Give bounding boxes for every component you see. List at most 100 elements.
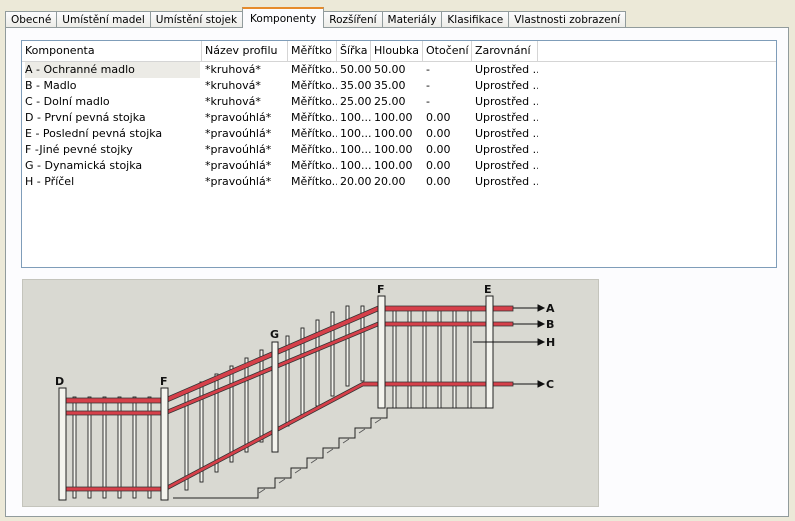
cell-text: Uprostřed ...: [475, 143, 538, 156]
cell-text: 100.00: [374, 159, 413, 172]
table-cell: Měřítko...: [288, 174, 337, 190]
column-header[interactable]: Hloubka: [371, 41, 423, 61]
table-cell: 0.00: [423, 126, 472, 142]
post-e: [485, 295, 494, 409]
table-cell: 35.00: [337, 78, 371, 94]
cell-text: 0.00: [426, 175, 451, 188]
railing-diagram-svg: A B H C D F G F E: [55, 283, 555, 501]
cell-text: Měřítko...: [291, 127, 337, 140]
table-cell: Měřítko...: [288, 126, 337, 142]
cell-text: 0.00: [426, 127, 451, 140]
table-cell: Uprostřed ...: [472, 126, 538, 142]
cell-text: Měřítko...: [291, 95, 337, 108]
label-h: H: [546, 336, 555, 349]
cell-text: -: [426, 95, 430, 108]
table-row[interactable]: C - Dolní madlo*kruhová*Měřítko...25.002…: [22, 94, 776, 110]
label-g: G: [270, 328, 279, 341]
table-cell: Měřítko...: [288, 158, 337, 174]
cell-text: 100...: [340, 127, 371, 140]
table-cell: *kruhová*: [202, 94, 288, 110]
cell-text: B - Madlo: [25, 79, 77, 92]
table-cell: 25.00: [371, 94, 423, 110]
table-cell: H - Příčel: [22, 174, 202, 190]
tab-2[interactable]: Umístění stojek: [149, 11, 244, 28]
table-row[interactable]: G - Dynamická stojka *pravoúhlá* Měřítko..…: [22, 158, 776, 174]
table-cell: 0.00: [423, 142, 472, 158]
cell-text: 100...: [340, 159, 371, 172]
cell-text: *kruhová*: [205, 63, 261, 76]
table-cell: B - Madlo: [22, 78, 202, 94]
table-row[interactable]: E - Poslední pevná stojka *pravoúhlá* Měří…: [22, 126, 776, 142]
tab-5[interactable]: Materiály: [381, 11, 443, 28]
column-header[interactable]: Název profilu: [202, 41, 288, 61]
table-cell: Uprostřed ...: [472, 142, 538, 158]
post-f-right: [377, 295, 386, 409]
cell-text: 25.00: [374, 95, 406, 108]
cell-text: 100.00: [374, 143, 413, 156]
table-cell: 100.00: [371, 126, 423, 142]
cell-text: D - První pevná stojka: [25, 111, 146, 124]
cell-text: 50.00: [340, 63, 371, 76]
cell-text: G - Dynamická stojka: [25, 159, 143, 172]
label-e: E: [484, 283, 492, 296]
tab-3[interactable]: Komponenty: [242, 7, 325, 28]
cell-text: Uprostřed ...: [475, 63, 538, 76]
cell-text: Uprostřed ...: [475, 79, 538, 92]
cell-text: -: [426, 63, 430, 76]
table-row[interactable]: D - První pevná stojka *pravoúhlá* Měřítko…: [22, 110, 776, 126]
cell-text: Měřítko...: [291, 159, 337, 172]
post-g: [271, 341, 279, 453]
table-cell: *pravoúhlá*: [202, 158, 288, 174]
column-header[interactable]: Otočení: [423, 41, 472, 61]
label-f-right: F: [377, 283, 385, 296]
cell-text: Uprostřed ...: [475, 175, 538, 188]
cell-text: 100.00: [374, 127, 413, 140]
table-cell: Měřítko...: [288, 142, 337, 158]
table-cell: Uprostřed ...: [472, 110, 538, 126]
table-row[interactable]: H - Příčel*pravoúhlá*Měřítko...20.0020.0…: [22, 174, 776, 190]
cell-text: 50.00: [374, 63, 406, 76]
table-row[interactable]: F -Jiné pevné stojky *pravoúhlá* Měřítko..…: [22, 142, 776, 158]
table-cell: A - Ochranné madlo: [22, 62, 202, 78]
table-cell: Měřítko...: [288, 78, 337, 94]
tab-4[interactable]: Rozšíření: [323, 11, 383, 28]
tab-0[interactable]: Obecné: [5, 11, 58, 28]
cell-text: Uprostřed ...: [475, 111, 538, 124]
cell-text: *pravoúhlá*: [205, 175, 272, 188]
table-cell: D - První pevná stojka: [22, 110, 202, 126]
railing-diagram: A B H C D F G F E: [22, 279, 599, 507]
column-header[interactable]: Komponenta: [22, 41, 202, 61]
column-header[interactable]: Šířka: [337, 41, 371, 61]
table-cell: Uprostřed ...: [472, 174, 538, 190]
label-a: A: [546, 302, 555, 315]
table-row[interactable]: A - Ochranné madlo*kruhová*Měřítko...50.…: [22, 62, 776, 78]
list-header: Komponenta Název profilu Měřítko Šířka Hloub…: [22, 41, 776, 62]
cell-text: -: [426, 79, 430, 92]
table-cell: 25.00: [337, 94, 371, 110]
components-list[interactable]: Komponenta Název profilu Měřítko Šířka Hloub…: [21, 40, 777, 268]
table-cell: Uprostřed ...: [472, 158, 538, 174]
table-cell: *kruhová*: [202, 78, 288, 94]
tab-6[interactable]: Klasifikace: [441, 11, 510, 28]
label-c: C: [546, 378, 554, 391]
cell-text: 20.00: [340, 175, 371, 188]
cell-text: *kruhová*: [205, 79, 261, 92]
tab-bar: Obecné Umístění madel Umístění stojek Kompo…: [5, 7, 627, 28]
table-row[interactable]: B - Madlo*kruhová*Měřítko...35.0035.00-U…: [22, 78, 776, 94]
cell-text: Uprostřed ...: [475, 159, 538, 172]
post-f-left: [160, 387, 169, 501]
column-header[interactable]: Měřítko: [288, 41, 337, 61]
table-cell: 100...: [337, 158, 371, 174]
table-cell: -: [423, 62, 472, 78]
cell-text: Měřítko...: [291, 79, 337, 92]
label-d: D: [55, 375, 64, 388]
tab-1[interactable]: Umístění madel: [56, 11, 151, 28]
cell-text: Měřítko...: [291, 111, 337, 124]
table-cell: 35.00: [371, 78, 423, 94]
table-cell: -: [423, 78, 472, 94]
tab-7[interactable]: Vlastnosti zobrazení: [508, 11, 627, 28]
cell-text: *pravoúhlá*: [205, 159, 272, 172]
table-cell: E - Poslední pevná stojka: [22, 126, 202, 142]
table-cell: Uprostřed ...: [472, 78, 538, 94]
column-header[interactable]: Zarovnání: [472, 41, 538, 61]
